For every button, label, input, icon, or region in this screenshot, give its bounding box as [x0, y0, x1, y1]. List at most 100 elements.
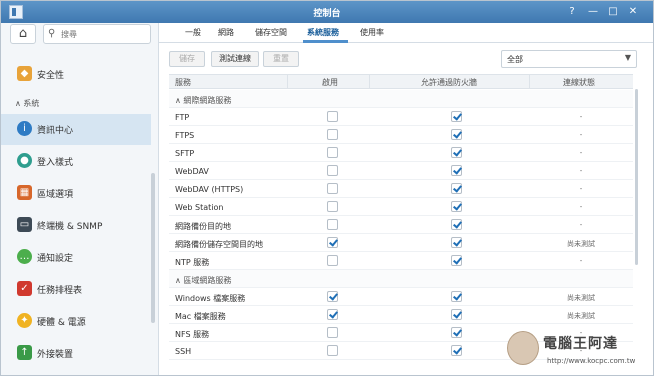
palette-icon: ●	[17, 153, 32, 168]
sidebar-item-security[interactable]: ◆ 安全性	[1, 59, 151, 90]
firewall-checkbox[interactable]	[451, 237, 462, 248]
service-name: FTP	[175, 113, 190, 122]
column-header-service[interactable]: 服務	[175, 77, 191, 88]
save-button[interactable]: 儲存	[169, 51, 205, 67]
sidebar-scrollbar[interactable]	[151, 173, 155, 323]
connection-status: -	[579, 185, 583, 193]
service-name: NFS 服務	[175, 330, 210, 339]
shield-icon: ◆	[17, 66, 32, 81]
sidebar-item-notification[interactable]: … 通知設定	[1, 242, 151, 273]
sidebar-item-label: 資訊中心	[37, 126, 74, 136]
minimize-button[interactable]: —	[585, 4, 601, 19]
table-row[interactable]: 網路備份目的地 -	[169, 216, 633, 234]
column-header-firewall[interactable]: 允許通過防火牆	[421, 77, 477, 88]
firewall-checkbox[interactable]	[451, 111, 462, 122]
reset-button[interactable]: 重置	[263, 51, 299, 67]
firewall-checkbox[interactable]	[451, 309, 462, 320]
table-row[interactable]: Mac 檔案服務 尚未測試	[169, 306, 633, 324]
search-input[interactable]	[61, 27, 147, 41]
tab-storage[interactable]: 儲存空間	[255, 27, 287, 38]
firewall-checkbox[interactable]	[451, 129, 462, 140]
sidebar-item-regional-options[interactable]: ▦ 區域選項	[1, 178, 151, 209]
close-button[interactable]: ✕	[625, 4, 641, 19]
home-icon: ⌂	[18, 26, 28, 41]
service-name: Mac 檔案服務	[175, 312, 226, 321]
table-row[interactable]: NTP 服務 -	[169, 252, 633, 270]
firewall-checkbox[interactable]	[451, 327, 462, 338]
enable-checkbox[interactable]	[327, 255, 338, 266]
tab-network[interactable]: 網路	[218, 27, 234, 38]
watermark-title: 電腦王阿達	[543, 336, 618, 352]
enable-checkbox[interactable]	[327, 291, 338, 302]
firewall-checkbox[interactable]	[451, 255, 462, 266]
enable-checkbox[interactable]	[327, 237, 338, 248]
sidebar-item-label: 登入樣式	[37, 158, 74, 168]
chevron-down-icon: ▼	[624, 53, 631, 62]
connection-status: 尚未測試	[567, 312, 595, 320]
service-name: SSH	[175, 347, 192, 356]
sidebar-item-hardware-power[interactable]: ✦ 硬體 & 電源	[1, 306, 151, 337]
search-box[interactable]: ⚲	[43, 24, 151, 44]
table-row[interactable]: WebDAV (HTTPS) -	[169, 180, 633, 198]
test-connection-button[interactable]: 測試連線	[211, 51, 259, 67]
group-row[interactable]: ∧ 網際網路服務	[169, 90, 633, 108]
enable-checkbox[interactable]	[327, 219, 338, 230]
firewall-checkbox[interactable]	[451, 201, 462, 212]
connection-status: -	[579, 203, 583, 211]
sidebar-item-info-center[interactable]: i 資訊中心	[1, 114, 151, 145]
enable-checkbox[interactable]	[327, 201, 338, 212]
maximize-button[interactable]: □	[605, 4, 621, 19]
firewall-checkbox[interactable]	[451, 291, 462, 302]
sidebar-item-external-devices[interactable]: ↑ 外接裝置	[1, 338, 151, 369]
mascot-logo	[507, 331, 539, 365]
sidebar-item-label: 終端機 & SNMP	[37, 222, 103, 232]
table-row[interactable]: FTP -	[169, 108, 633, 126]
help-button[interactable]: ?	[564, 4, 580, 19]
tab-services[interactable]: 系統服務	[307, 27, 339, 38]
filter-select[interactable]: 全部 ▼	[501, 50, 637, 68]
connection-status: -	[579, 149, 583, 157]
table-scrollbar[interactable]	[635, 89, 638, 265]
sidebar-item-terminal-snmp[interactable]: ▭ 終端機 & SNMP	[1, 210, 151, 241]
firewall-checkbox[interactable]	[451, 183, 462, 194]
enable-checkbox[interactable]	[327, 129, 338, 140]
sidebar: ⌂ ⚲ ◆ 安全性 ∧ 系統 i 資訊中心 ● 登入樣式 ▦ 區域選項 ▭ 終端…	[1, 23, 159, 375]
sidebar-item-label: 外接裝置	[37, 350, 74, 360]
table-row[interactable]: FTPS -	[169, 126, 633, 144]
firewall-checkbox[interactable]	[451, 345, 462, 356]
sidebar-item-login-style[interactable]: ● 登入樣式	[1, 146, 151, 177]
tab-general[interactable]: 一般	[185, 27, 201, 38]
group-row[interactable]: ∧ 區域網路服務	[169, 270, 633, 288]
sidebar-item-label: 通知設定	[37, 254, 74, 264]
upload-icon: ↑	[17, 345, 32, 360]
firewall-checkbox[interactable]	[451, 219, 462, 230]
sidebar-item-label: 硬體 & 電源	[37, 318, 86, 328]
home-button[interactable]: ⌂	[10, 24, 36, 44]
column-header-status[interactable]: 連線狀態	[563, 77, 595, 88]
sidebar-section-system[interactable]: ∧ 系統	[15, 98, 39, 109]
tab-bar: 一般 網路 儲存空間 系統服務 使用率	[159, 23, 653, 43]
table-row[interactable]: Windows 檔案服務 尚未測試	[169, 288, 633, 306]
enable-checkbox[interactable]	[327, 111, 338, 122]
connection-status: 尚未測試	[567, 294, 595, 302]
table-row[interactable]: SFTP -	[169, 144, 633, 162]
enable-checkbox[interactable]	[327, 309, 338, 320]
table-row[interactable]: 網路備份儲存空間目的地 尚未測試	[169, 234, 633, 252]
tab-resource-monitor[interactable]: 使用率	[360, 27, 384, 38]
firewall-checkbox[interactable]	[451, 165, 462, 176]
connection-status: -	[579, 221, 583, 229]
calendar-icon: ▦	[17, 185, 32, 200]
enable-checkbox[interactable]	[327, 147, 338, 158]
sidebar-item-task-scheduler[interactable]: ✓ 任務排程表	[1, 274, 151, 305]
service-name: SFTP	[175, 149, 195, 158]
bulb-icon: ✦	[17, 313, 32, 328]
enable-checkbox[interactable]	[327, 327, 338, 338]
column-header-enable[interactable]: 啟用	[322, 77, 338, 88]
enable-checkbox[interactable]	[327, 165, 338, 176]
enable-checkbox[interactable]	[327, 345, 338, 356]
enable-checkbox[interactable]	[327, 183, 338, 194]
firewall-checkbox[interactable]	[451, 147, 462, 158]
schedule-icon: ✓	[17, 281, 32, 296]
table-row[interactable]: WebDAV -	[169, 162, 633, 180]
table-row[interactable]: Web Station -	[169, 198, 633, 216]
